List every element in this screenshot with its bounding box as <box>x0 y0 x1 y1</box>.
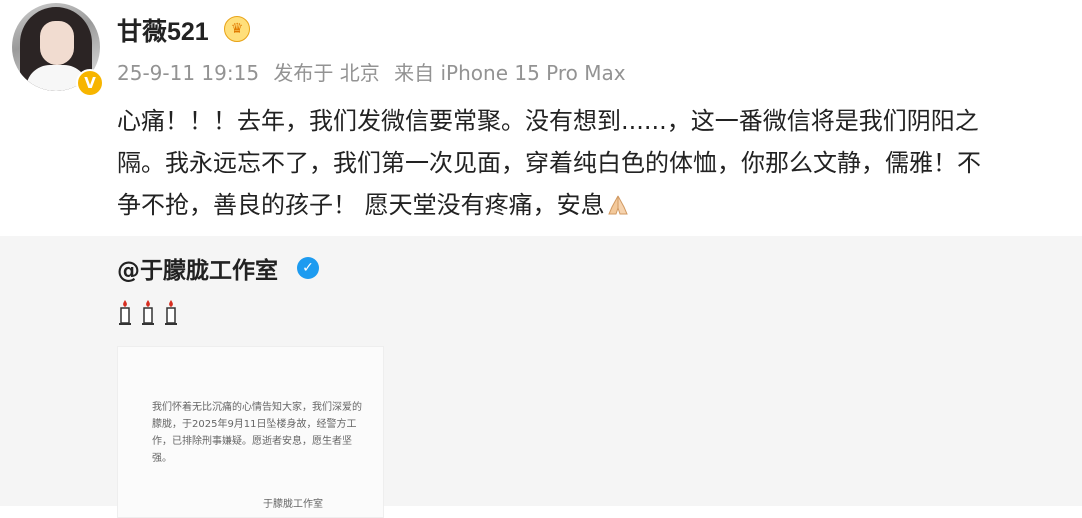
avatar-face <box>40 21 74 65</box>
post-meta: 25-9-11 19:15 发布于 北京 来自 iPhone 15 Pro Ma… <box>117 57 634 86</box>
blue-v-icon: ✓ <box>297 257 319 279</box>
notice-text: 我们怀着无比沉痛的心情告知大家，我们深爱的朦胧，于2025年9月11日坠楼身故，… <box>152 402 362 464</box>
repost-username[interactable]: @于朦胧工作室 <box>117 251 278 285</box>
post-timestamp[interactable]: 25-9-11 19:15 <box>117 61 259 85</box>
reposted-post[interactable]: @于朦胧工作室 ✓ 我们怀着无比沉痛的心情告知大家，我们深爱的朦胧，于2025年… <box>0 236 1082 518</box>
post-location: 发布于 北京 <box>273 61 380 85</box>
candle-icon <box>119 300 131 325</box>
notice-signature: 于朦胧工作室 <box>263 499 323 510</box>
notice-image[interactable]: 我们怀着无比沉痛的心情告知大家，我们深爱的朦胧，于2025年9月11日坠楼身故，… <box>117 346 384 518</box>
candle-icons <box>119 300 177 325</box>
content-line: 隔。我永远忘不了，我们第一次见面，穿着纯白色的体恤，你那么文静，儒雅！不 <box>117 149 981 177</box>
yellow-v-icon: V <box>76 69 104 97</box>
crown-icon[interactable]: ♛ <box>224 16 250 42</box>
post-device: 来自 iPhone 15 Pro Max <box>394 61 626 85</box>
post-content: 心痛！！！去年，我们发微信要常聚。没有想到......，这一番微信将是我们阴阳之… <box>117 100 1067 226</box>
content-line: 心痛！！！去年，我们发微信要常聚。没有想到......，这一番微信将是我们阴阳之 <box>117 107 979 135</box>
praying-hands-icon <box>607 195 628 215</box>
candle-icon <box>142 300 154 325</box>
candle-icon <box>165 300 177 325</box>
weibo-post: V 甘薇521 ♛ 25-9-11 19:15 发布于 北京 来自 iPhone… <box>0 0 1082 236</box>
content-line-last: 争不抢，善良的孩子！ 愿天堂没有疼痛，安息 <box>117 184 1067 226</box>
username[interactable]: 甘薇521 <box>117 12 209 48</box>
